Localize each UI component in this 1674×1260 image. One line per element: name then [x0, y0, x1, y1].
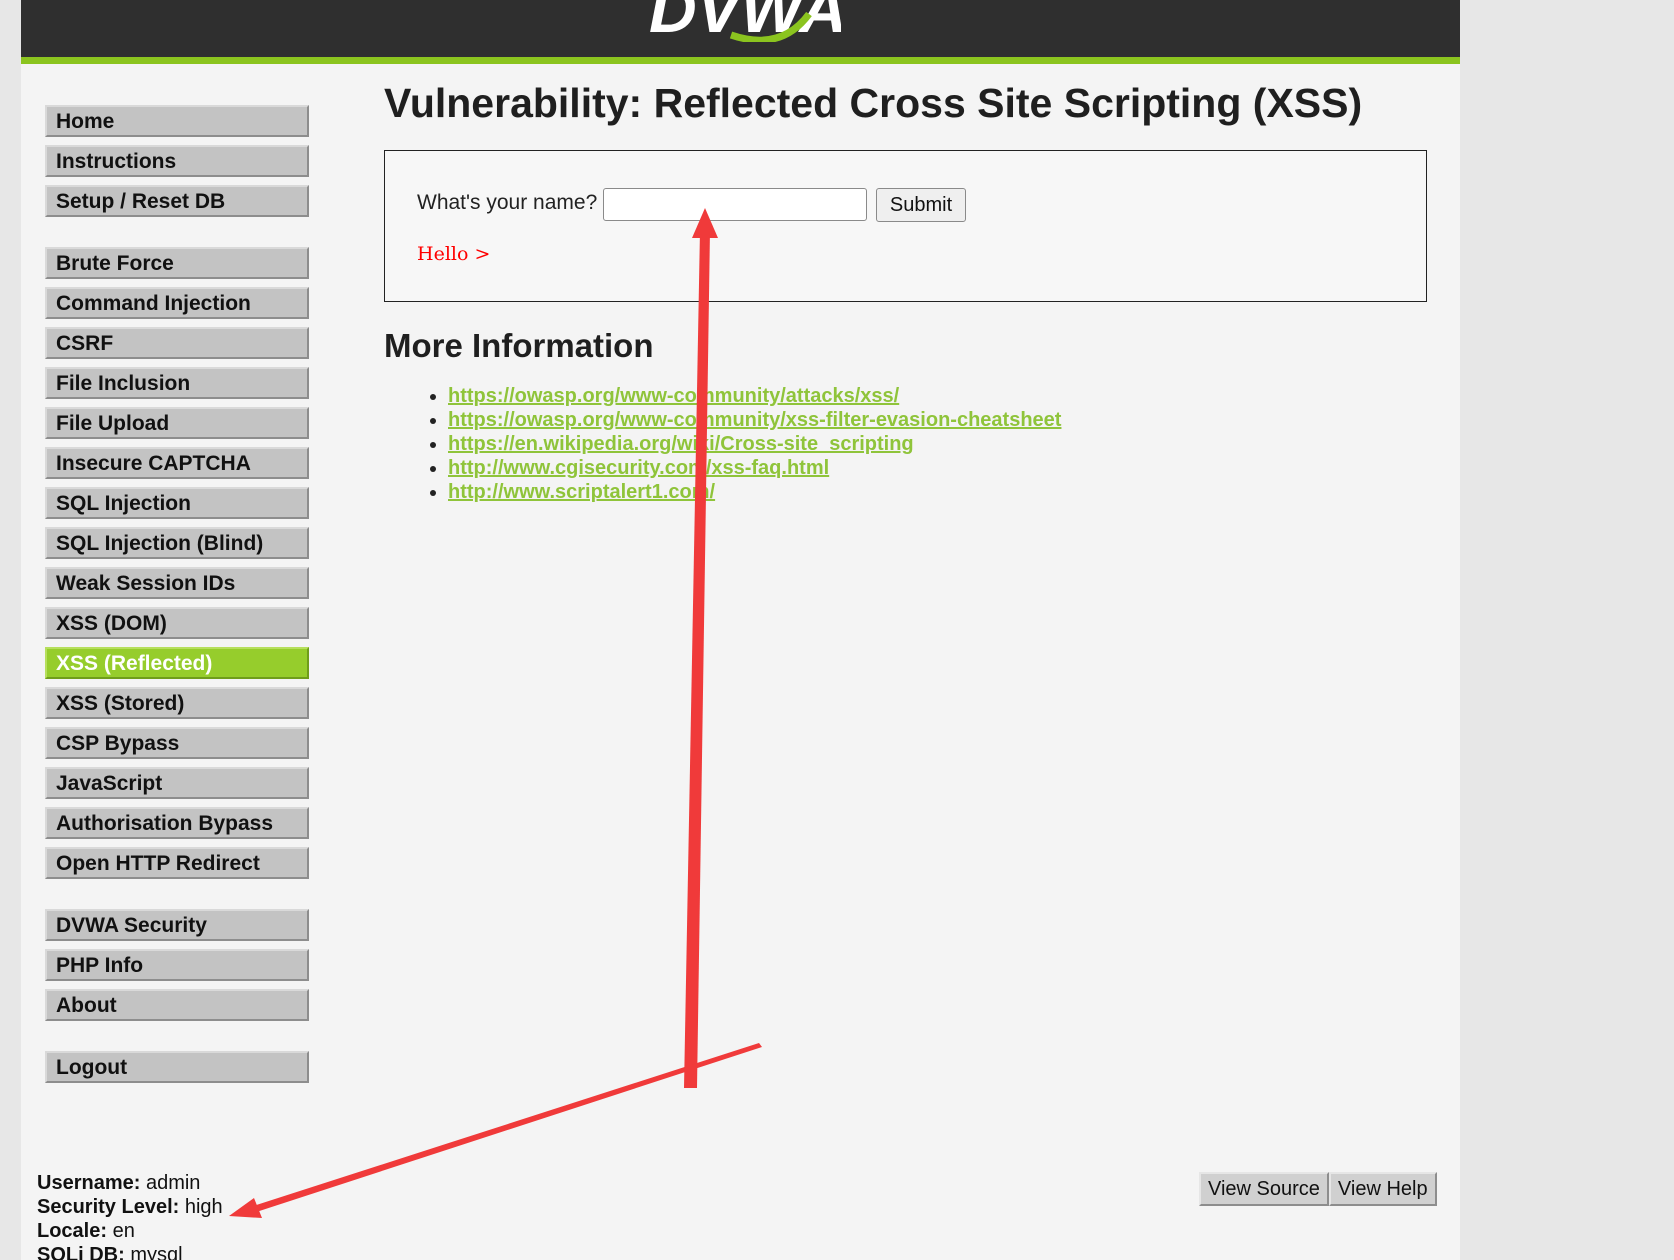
reflected-output: Hello >: [417, 243, 491, 265]
list-item: https://owasp.org/www-community/attacks/…: [448, 384, 1061, 408]
list-item: https://owasp.org/www-community/xss-filt…: [448, 408, 1061, 432]
menu-item-open-http-redirect[interactable]: Open HTTP Redirect: [45, 847, 309, 879]
menu-item-authorisation-bypass[interactable]: Authorisation Bypass: [45, 807, 309, 839]
menu-item-dvwa-security[interactable]: DVWA Security: [45, 909, 309, 941]
more-info-link[interactable]: https://owasp.org/www-community/attacks/…: [448, 385, 899, 407]
list-item: https://en.wikipedia.org/wiki/Cross-site…: [448, 432, 1061, 456]
menu-group: DVWA Security PHP Info About: [45, 909, 317, 1021]
header-bar: DVWA: [21, 0, 1460, 64]
vulnerability-box: What's your name? Submit Hello >: [384, 150, 1427, 302]
menu-group: Home Instructions Setup / Reset DB: [45, 105, 317, 217]
menu-group: Brute Force Command Injection CSRF File Inc…: [45, 247, 317, 879]
user-info-key: Username:: [37, 1172, 141, 1194]
more-info-link[interactable]: http://www.cgisecurity.com/xss-faq.html: [448, 457, 829, 479]
page-title: Vulnerability: Reflected Cross Site Scri…: [384, 80, 1363, 126]
user-info-key: Locale:: [37, 1220, 108, 1242]
menu-item-xss-reflected[interactable]: XSS (Reflected): [45, 647, 309, 679]
user-info-value: en: [112, 1220, 135, 1242]
menu-item-sql-injection-blind[interactable]: SQL Injection (Blind): [45, 527, 309, 559]
name-field-label: What's your name?: [417, 191, 598, 214]
more-info-link[interactable]: https://owasp.org/www-community/xss-filt…: [448, 409, 1061, 431]
name-input[interactable]: [603, 188, 867, 221]
user-info-line: Username: admin: [37, 1171, 223, 1195]
menu-item-about[interactable]: About: [45, 989, 309, 1021]
user-info: Username: admin Security Level: high Local…: [37, 1171, 223, 1260]
menu-item-instructions[interactable]: Instructions: [45, 145, 309, 177]
dvwa-logo: DVWA: [649, 0, 841, 42]
footer-buttons: View Source View Help: [1199, 1172, 1437, 1206]
more-info-link[interactable]: http://www.scriptalert1.com/: [448, 481, 715, 503]
menu-item-xss-stored[interactable]: XSS (Stored): [45, 687, 309, 719]
list-item: http://www.cgisecurity.com/xss-faq.html: [448, 456, 1061, 480]
user-info-key: Security Level:: [37, 1196, 180, 1218]
user-info-value: high: [184, 1196, 223, 1218]
user-info-line: Locale: en: [37, 1219, 223, 1243]
more-info-list: https://owasp.org/www-community/attacks/…: [384, 384, 1061, 504]
menu-item-php-info[interactable]: PHP Info: [45, 949, 309, 981]
user-info-line: SQLi DB: mysql: [37, 1243, 223, 1260]
menu-item-file-inclusion[interactable]: File Inclusion: [45, 367, 309, 399]
view-help-button[interactable]: View Help: [1328, 1172, 1437, 1206]
menu-group: Logout: [45, 1051, 317, 1083]
menu-item-brute-force[interactable]: Brute Force: [45, 247, 309, 279]
menu-item-csp-bypass[interactable]: CSP Bypass: [45, 727, 309, 759]
list-item: http://www.scriptalert1.com/: [448, 480, 1061, 504]
user-info-line: Security Level: high: [37, 1195, 223, 1219]
submit-button[interactable]: Submit: [876, 188, 966, 222]
user-info-key: SQLi DB:: [37, 1244, 125, 1260]
page-wrapper: DVWA Home Instructions Setup / Reset DB Bru…: [21, 0, 1460, 1260]
sidebar-menu: Home Instructions Setup / Reset DB Brute Fo…: [45, 105, 317, 1113]
menu-item-csrf[interactable]: CSRF: [45, 327, 309, 359]
menu-item-xss-dom[interactable]: XSS (DOM): [45, 607, 309, 639]
menu-item-insecure-captcha[interactable]: Insecure CAPTCHA: [45, 447, 309, 479]
menu-item-weak-session-ids[interactable]: Weak Session IDs: [45, 567, 309, 599]
more-info-link[interactable]: https://en.wikipedia.org/wiki/Cross-site…: [448, 433, 914, 455]
menu-item-sql-injection[interactable]: SQL Injection: [45, 487, 309, 519]
more-info-heading: More Information: [384, 327, 654, 364]
user-info-value: mysql: [130, 1244, 183, 1260]
menu-item-logout[interactable]: Logout: [45, 1051, 309, 1083]
user-info-value: admin: [145, 1172, 201, 1194]
main-body: Vulnerability: Reflected Cross Site Scri…: [384, 80, 1444, 503]
menu-item-setup-reset-db[interactable]: Setup / Reset DB: [45, 185, 309, 217]
view-source-button[interactable]: View Source: [1199, 1172, 1329, 1206]
menu-item-file-upload[interactable]: File Upload: [45, 407, 309, 439]
menu-item-javascript[interactable]: JavaScript: [45, 767, 309, 799]
menu-item-command-injection[interactable]: Command Injection: [45, 287, 309, 319]
menu-item-home[interactable]: Home: [45, 105, 309, 137]
